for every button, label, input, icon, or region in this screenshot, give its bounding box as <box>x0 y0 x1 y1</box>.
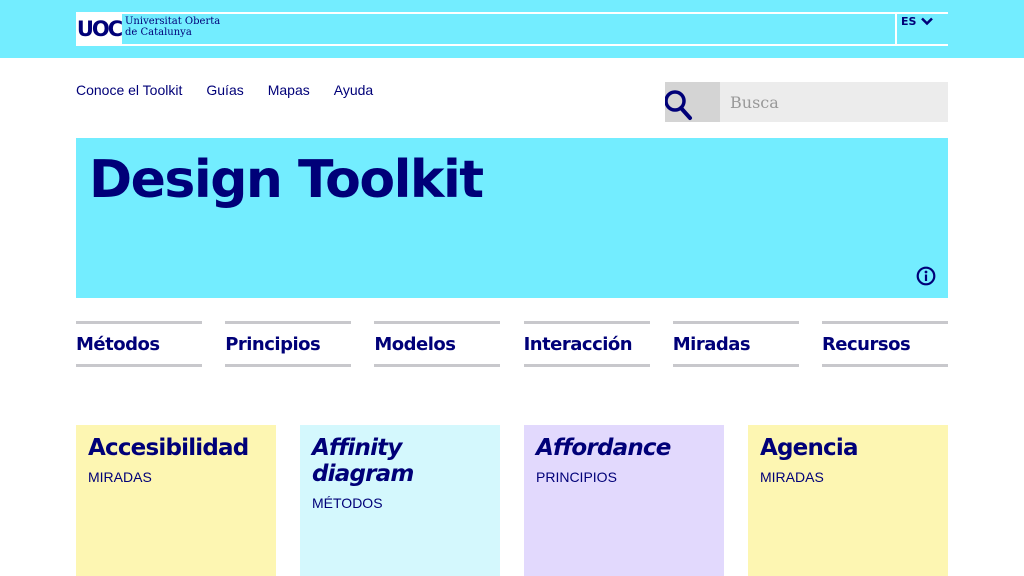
tab-miradas[interactable]: Miradas <box>672 321 799 367</box>
tab-label: Recursos <box>821 333 911 355</box>
info-icon[interactable] <box>916 266 936 286</box>
nav-item-conoce[interactable]: Conoce el Toolkit <box>76 82 182 98</box>
main-nav: Conoce el Toolkit Guías Mapas Ayuda <box>76 82 373 98</box>
card-title: Affinity diagram <box>312 435 414 487</box>
tab-modelos[interactable]: Modelos <box>374 321 501 367</box>
bar-line-bottom <box>122 44 948 46</box>
card-category: MIRADAS <box>88 469 152 485</box>
tab-principios[interactable]: Principios <box>225 321 352 367</box>
card-category: MÉTODOS <box>312 495 383 511</box>
tab-label: Modelos <box>374 333 456 355</box>
tab-label: Métodos <box>76 333 160 355</box>
card-category: MIRADAS <box>760 469 824 485</box>
language-selector[interactable]: ES <box>901 15 934 28</box>
card-title: Agencia <box>760 435 858 461</box>
card-agencia[interactable]: Agencia MIRADAS <box>748 425 948 576</box>
nav-item-guias[interactable]: Guías <box>206 82 243 98</box>
uoc-logo[interactable]: UOC <box>76 12 123 46</box>
card-affordance[interactable]: Affordance PRINCIPIOS <box>524 425 724 576</box>
card-affinity-diagram[interactable]: Affinity diagram MÉTODOS <box>300 425 500 576</box>
language-label: ES <box>901 15 917 28</box>
card-grid: Accesibilidad MIRADAS Affinity diagram M… <box>76 425 948 576</box>
hero-banner: Design Toolkit <box>76 138 948 298</box>
search-button[interactable] <box>665 82 720 122</box>
nav-item-ayuda[interactable]: Ayuda <box>334 82 373 98</box>
page-title: Design Toolkit <box>89 150 484 210</box>
card-title: Affordance <box>536 435 671 461</box>
university-name-line2: de Catalunya <box>125 27 192 38</box>
university-name-line1: Universitat Oberta <box>125 16 221 27</box>
search-box <box>665 82 948 122</box>
card-category: PRINCIPIOS <box>536 469 617 485</box>
search-input[interactable] <box>720 82 948 122</box>
language-divider <box>895 12 897 46</box>
logo-mark: UOC <box>76 17 123 41</box>
tab-metodos[interactable]: Métodos <box>76 321 202 367</box>
chevron-down-icon <box>921 17 934 26</box>
university-name: Universitat Oberta de Catalunya <box>125 16 235 38</box>
card-accesibilidad[interactable]: Accesibilidad MIRADAS <box>76 425 276 576</box>
search-icon <box>665 90 692 120</box>
category-tabs: Métodos Principios Modelos Interacción M… <box>76 321 948 367</box>
tab-label: Miradas <box>672 333 751 355</box>
tab-recursos[interactable]: Recursos <box>821 321 948 367</box>
card-title: Accesibilidad <box>88 435 249 461</box>
bar-line-top <box>122 12 948 14</box>
top-bar: UOC Universitat Oberta de Catalunya ES <box>0 0 1024 58</box>
nav-item-mapas[interactable]: Mapas <box>268 82 310 98</box>
tab-interaccion[interactable]: Interacción <box>523 321 650 367</box>
tab-label: Interacción <box>523 333 633 355</box>
tab-label: Principios <box>225 333 321 355</box>
